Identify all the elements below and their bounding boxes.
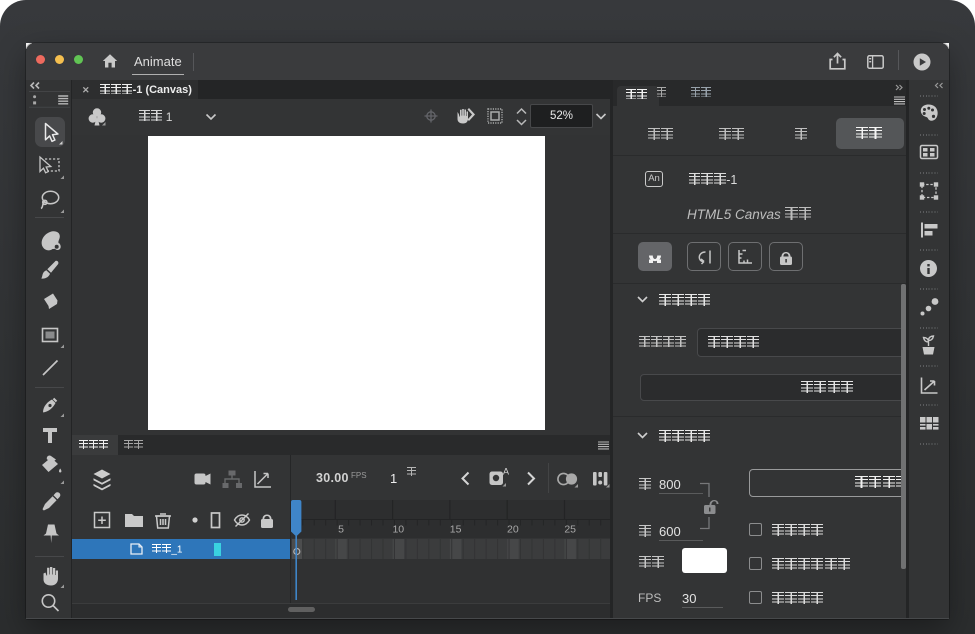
svg-text:25: 25 xyxy=(564,524,576,536)
svg-text:15: 15 xyxy=(450,524,462,536)
svg-text:20: 20 xyxy=(507,524,519,536)
svg-text:A: A xyxy=(503,467,509,477)
svg-text:10: 10 xyxy=(392,524,404,536)
svg-text:5: 5 xyxy=(338,524,344,536)
